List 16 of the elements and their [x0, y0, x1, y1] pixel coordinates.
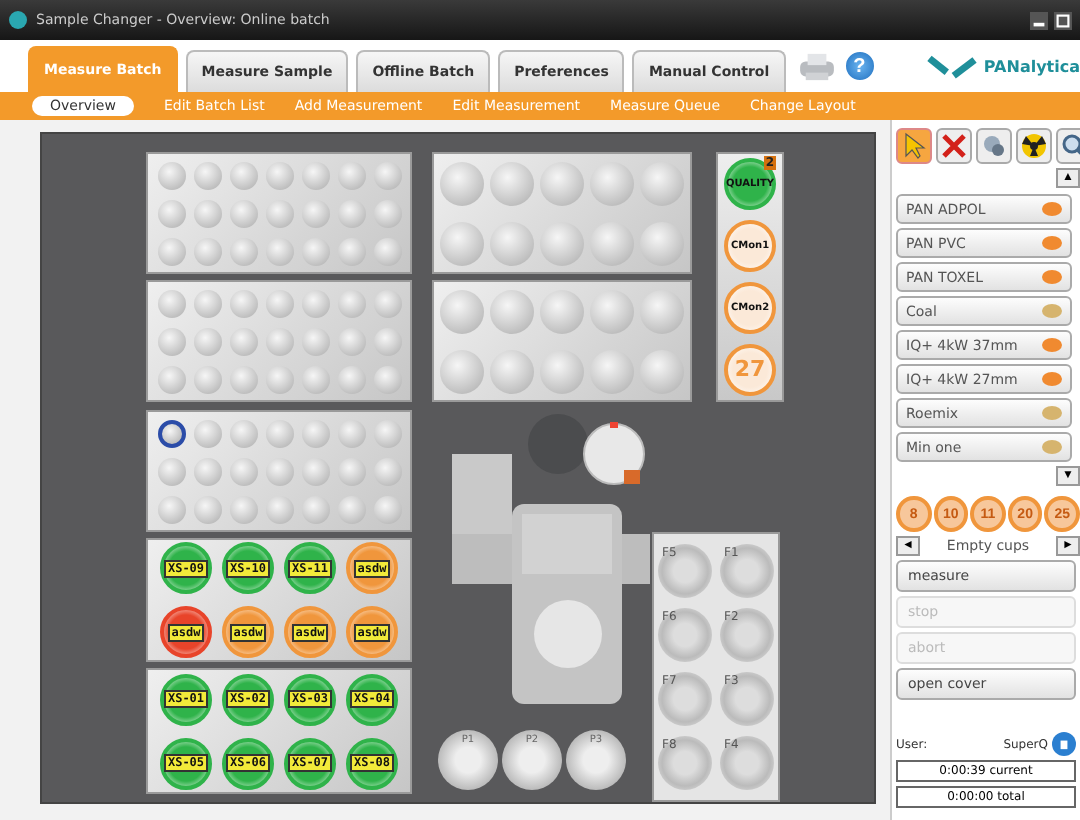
- circles-icon: [980, 132, 1008, 160]
- printer-icon[interactable]: [797, 51, 836, 81]
- radiation-icon: [1020, 132, 1048, 160]
- copy-tool[interactable]: [976, 128, 1012, 164]
- logo-icon: [925, 53, 978, 79]
- maximize-icon[interactable]: [1054, 11, 1072, 29]
- logo-text: PANalytica: [983, 57, 1080, 75]
- radiation-tool[interactable]: [1016, 128, 1052, 164]
- search-icon: [1060, 132, 1080, 160]
- pointer-tool[interactable]: [896, 128, 932, 164]
- cross-icon: [940, 132, 968, 160]
- delete-tool[interactable]: [936, 128, 972, 164]
- app-icon: [8, 10, 28, 30]
- pointer-icon: [900, 132, 928, 160]
- sample-position[interactable]: [157, 419, 185, 447]
- minimize-icon[interactable]: [1030, 11, 1048, 29]
